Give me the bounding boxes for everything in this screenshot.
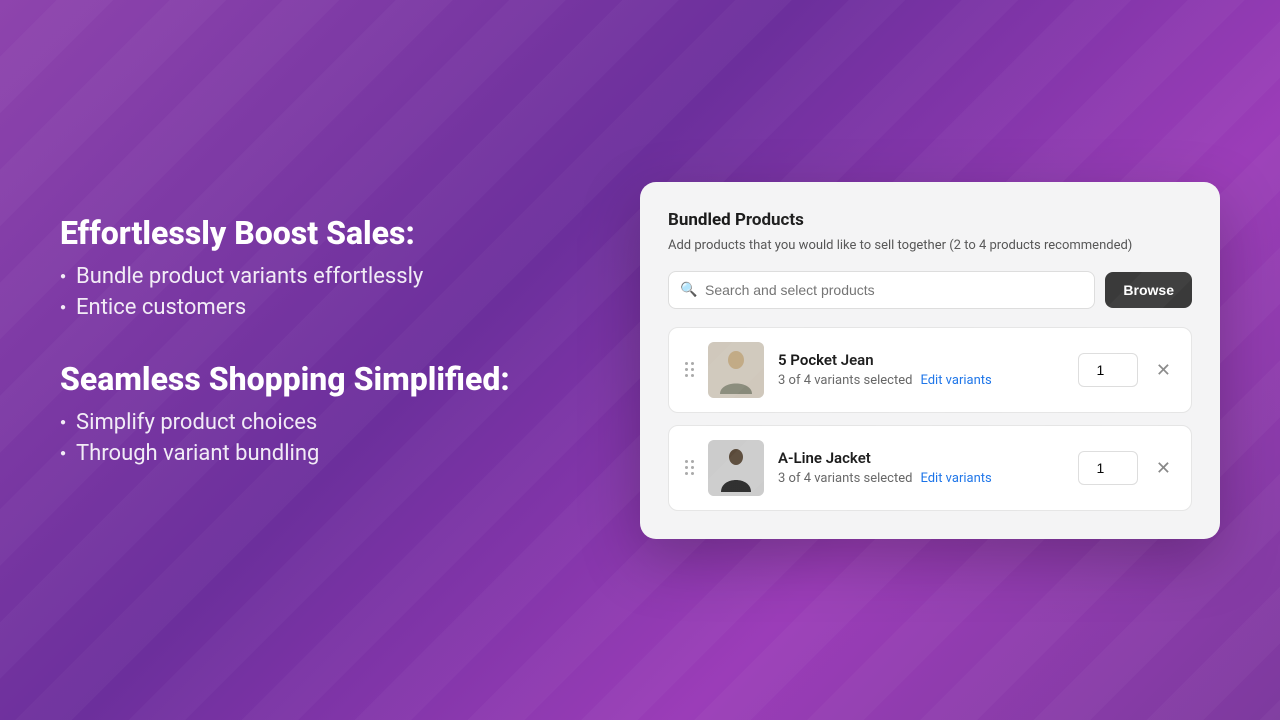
drag-dot	[691, 374, 694, 377]
variants-text-1: 3 of 4 variants selected	[778, 373, 912, 388]
drag-dot	[685, 466, 688, 469]
bullet-4: Through variant bundling	[60, 441, 580, 466]
quantity-input-2[interactable]	[1078, 451, 1138, 485]
search-input[interactable]	[668, 271, 1095, 309]
drag-handle-1[interactable]	[685, 362, 694, 377]
drag-dot	[685, 374, 688, 377]
drag-dot	[685, 460, 688, 463]
edit-variants-link-1[interactable]: Edit variants	[920, 373, 991, 388]
drag-dot	[691, 368, 694, 371]
drag-handle-2[interactable]	[685, 460, 694, 475]
search-wrapper: 🔍	[668, 271, 1095, 309]
section1-heading: Effortlessly Boost Sales:	[60, 214, 580, 252]
bullet-1: Bundle product variants effortlessly	[60, 264, 580, 289]
drag-dot	[685, 362, 688, 365]
product-name-2: A-Line Jacket	[778, 449, 1064, 467]
variants-text-2: 3 of 4 variants selected	[778, 471, 912, 486]
section2-bullets: Simplify product choices Through variant…	[60, 410, 580, 466]
product-info-1: 5 Pocket Jean 3 of 4 variants selected E…	[778, 351, 1064, 388]
remove-button-2[interactable]: ✕	[1152, 455, 1175, 481]
drag-dot	[691, 362, 694, 365]
drag-dot	[685, 368, 688, 371]
drag-dot	[691, 466, 694, 469]
edit-variants-link-2[interactable]: Edit variants	[920, 471, 991, 486]
card-title: Bundled Products	[668, 210, 1192, 230]
product-variants-2: 3 of 4 variants selected Edit variants	[778, 471, 1064, 486]
remove-button-1[interactable]: ✕	[1152, 357, 1175, 383]
page-layout: Effortlessly Boost Sales: Bundle product…	[0, 0, 1280, 720]
product-name-1: 5 Pocket Jean	[778, 351, 1064, 369]
quantity-input-1[interactable]	[1078, 353, 1138, 387]
product-variants-1: 3 of 4 variants selected Edit variants	[778, 373, 1064, 388]
product-image-2	[708, 440, 764, 496]
drag-dot	[685, 472, 688, 475]
drag-dot	[691, 472, 694, 475]
product-item-2: A-Line Jacket 3 of 4 variants selected E…	[668, 425, 1192, 511]
drag-dot	[691, 460, 694, 463]
left-content: Effortlessly Boost Sales: Bundle product…	[60, 214, 580, 506]
product-item-1: 5 Pocket Jean 3 of 4 variants selected E…	[668, 327, 1192, 413]
section2-heading: Seamless Shopping Simplified:	[60, 360, 580, 398]
section1-bullets: Bundle product variants effortlessly Ent…	[60, 264, 580, 320]
product-info-2: A-Line Jacket 3 of 4 variants selected E…	[778, 449, 1064, 486]
search-row: 🔍 Browse	[668, 271, 1192, 309]
browse-button[interactable]: Browse	[1105, 272, 1192, 308]
card-description: Add products that you would like to sell…	[668, 238, 1192, 253]
bullet-3: Simplify product choices	[60, 410, 580, 435]
product-image-1	[708, 342, 764, 398]
right-content: Bundled Products Add products that you w…	[640, 182, 1220, 539]
bundled-products-card: Bundled Products Add products that you w…	[640, 182, 1220, 539]
bullet-2: Entice customers	[60, 295, 580, 320]
